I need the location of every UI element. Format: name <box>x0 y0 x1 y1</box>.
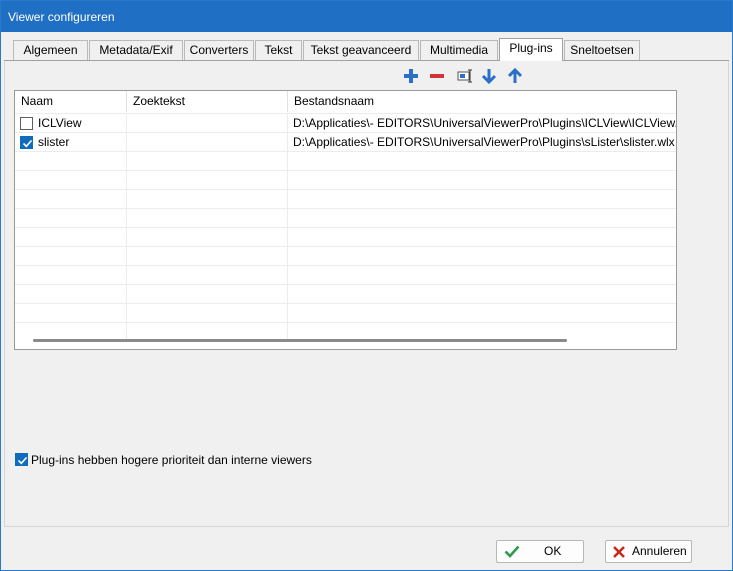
plugin-name: slister <box>38 135 70 149</box>
empty-row <box>15 265 676 285</box>
tab-strip: Algemeen Metadata/Exif Converters Tekst … <box>1 38 732 61</box>
empty-row <box>15 151 676 171</box>
close-icon <box>612 545 626 566</box>
column-header-naam[interactable]: Naam <box>15 91 127 112</box>
ok-label: OK <box>544 544 562 558</box>
empty-row <box>15 189 676 209</box>
priority-checkbox[interactable] <box>15 453 28 466</box>
move-down-icon[interactable] <box>480 67 498 85</box>
plugins-table[interactable]: Naam Zoektekst Bestandsnaam ICLView D:\A… <box>14 90 677 350</box>
empty-row <box>15 284 676 304</box>
table-row[interactable]: slister D:\Applicaties\- EDITORS\Univers… <box>15 132 676 152</box>
cancel-label: Annuleren <box>632 544 687 558</box>
plugin-name: ICLView <box>38 116 82 130</box>
column-header-bestandsnaam[interactable]: Bestandsnaam <box>288 91 676 112</box>
horizontal-scrollbar[interactable] <box>33 339 567 342</box>
viewer-config-dialog: Viewer configureren Algemeen Metadata/Ex… <box>0 0 733 571</box>
tab-plug-ins[interactable]: Plug-ins <box>499 38 563 61</box>
tab-tekst[interactable]: Tekst <box>255 40 302 60</box>
search-text-cell <box>127 114 288 133</box>
row-checkbox[interactable] <box>20 136 33 149</box>
tab-metadata-exif[interactable]: Metadata/Exif <box>89 40 183 60</box>
row-checkbox[interactable] <box>20 117 33 130</box>
file-name-cell: D:\Applicaties\- EDITORS\UniversalViewer… <box>293 116 676 130</box>
priority-label: Plug-ins hebben hogere prioriteit dan in… <box>31 453 312 467</box>
table-row[interactable]: ICLView D:\Applicaties\- EDITORS\Univers… <box>15 113 676 133</box>
remove-icon[interactable] <box>428 67 446 85</box>
tab-sneltoetsen[interactable]: Sneltoetsen <box>564 40 640 60</box>
empty-row <box>15 170 676 190</box>
cancel-button[interactable]: Annuleren <box>605 540 692 563</box>
column-header-zoektekst[interactable]: Zoektekst <box>127 91 288 112</box>
window-title: Viewer configureren <box>8 10 115 24</box>
tab-multimedia[interactable]: Multimedia <box>420 40 498 60</box>
edit-icon[interactable] <box>456 67 474 85</box>
title-bar[interactable]: Viewer configureren <box>1 1 732 32</box>
empty-row <box>15 246 676 266</box>
file-name-cell: D:\Applicaties\- EDITORS\UniversalViewer… <box>293 135 675 149</box>
move-up-icon[interactable] <box>506 67 524 85</box>
tab-algemeen[interactable]: Algemeen <box>13 40 88 60</box>
tab-converters[interactable]: Converters <box>184 40 254 60</box>
empty-row <box>15 303 676 323</box>
name-cell: slister <box>15 133 127 152</box>
empty-row <box>15 227 676 247</box>
name-cell: ICLView <box>15 114 127 133</box>
tab-tekst-geavanceerd[interactable]: Tekst geavanceerd <box>303 40 419 60</box>
checkmark-icon <box>504 544 520 565</box>
search-text-cell <box>127 133 288 152</box>
ok-button[interactable]: OK <box>496 540 584 563</box>
empty-row <box>15 208 676 228</box>
add-icon[interactable] <box>402 67 420 85</box>
